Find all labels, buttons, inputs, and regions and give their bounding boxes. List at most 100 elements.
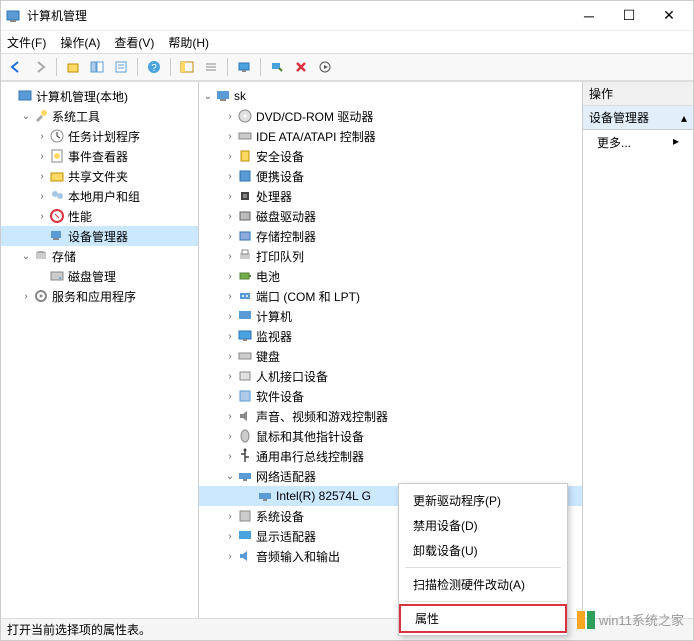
twist-icon[interactable]: › <box>223 331 237 342</box>
tree-item[interactable]: ⌄sk <box>199 86 582 106</box>
twist-icon[interactable]: ⌄ <box>223 471 237 482</box>
menu-file[interactable]: 文件(F) <box>7 34 46 51</box>
tree-item[interactable]: ›IDE ATA/ATAPI 控制器 <box>199 126 582 146</box>
tree-label: 磁盘驱动器 <box>256 208 578 225</box>
actions-section[interactable]: 设备管理器 ▴ <box>583 106 693 130</box>
tree-label: 处理器 <box>256 188 578 205</box>
tree-item[interactable]: › DVD/CD-ROM 驱动器 <box>199 106 582 126</box>
context-menu: 更新驱动程序(P) 禁用设备(D) 卸载设备(U) 扫描检测硬件改动(A) 属性 <box>398 483 568 636</box>
twist-icon[interactable]: › <box>35 211 49 222</box>
twist-icon[interactable]: › <box>223 151 237 162</box>
tree-item[interactable]: 设备管理器 <box>1 226 198 246</box>
ctx-properties[interactable]: 属性 <box>399 604 567 633</box>
scan-button[interactable] <box>266 56 288 78</box>
list-button[interactable] <box>200 56 222 78</box>
tree-item[interactable]: ›监视器 <box>199 326 582 346</box>
help-button[interactable]: ? <box>143 56 165 78</box>
menu-help[interactable]: 帮助(H) <box>168 34 209 51</box>
twist-icon[interactable]: › <box>223 131 237 142</box>
tree-item[interactable]: ›存储控制器 <box>199 226 582 246</box>
twist-icon[interactable]: › <box>223 291 237 302</box>
tree-item[interactable]: › 性能 <box>1 206 198 226</box>
twist-icon[interactable]: ⌄ <box>19 111 33 122</box>
pane-button[interactable] <box>176 56 198 78</box>
twist-icon[interactable]: › <box>223 171 237 182</box>
tree-item[interactable]: ›软件设备 <box>199 386 582 406</box>
monitor-button[interactable] <box>233 56 255 78</box>
twist-icon[interactable]: › <box>223 431 237 442</box>
twist-icon[interactable]: › <box>223 531 237 542</box>
twist-icon[interactable]: ⌄ <box>201 91 215 102</box>
tree-item[interactable]: ›事件查看器 <box>1 146 198 166</box>
tree-item[interactable]: ›键盘 <box>199 346 582 366</box>
tree-item[interactable]: ⌄系统工具 <box>1 106 198 126</box>
twist-icon[interactable]: › <box>223 271 237 282</box>
tree-item[interactable]: › 人机接口设备 <box>199 366 582 386</box>
menu-action[interactable]: 操作(A) <box>60 34 100 51</box>
twist-icon[interactable]: › <box>223 191 237 202</box>
tree-item[interactable]: ›通用串行总线控制器 <box>199 446 582 466</box>
forward-button[interactable] <box>29 56 51 78</box>
maximize-button[interactable]: ☐ <box>609 1 649 31</box>
collapse-icon: ▴ <box>681 111 687 125</box>
twist-icon[interactable]: › <box>223 451 237 462</box>
tree-item[interactable]: ›打印队列 <box>199 246 582 266</box>
tree-item[interactable]: ›鼠标和其他指针设备 <box>199 426 582 446</box>
twist-icon[interactable]: › <box>223 511 237 522</box>
tree-item[interactable]: ›端口 (COM 和 LPT) <box>199 286 582 306</box>
audio-icon <box>237 548 253 564</box>
ctx-disable-device[interactable]: 禁用设备(D) <box>399 513 567 538</box>
enable-button[interactable] <box>314 56 336 78</box>
twist-icon[interactable]: › <box>223 211 237 222</box>
ctx-scan-hardware[interactable]: 扫描检测硬件改动(A) <box>399 572 567 597</box>
tree-item[interactable]: 磁盘管理 <box>1 266 198 286</box>
properties-button[interactable] <box>110 56 132 78</box>
twist-icon[interactable]: › <box>223 111 237 122</box>
up-button[interactable] <box>62 56 84 78</box>
twist-icon[interactable]: › <box>223 251 237 262</box>
usb-icon <box>237 448 253 464</box>
tree-item[interactable]: ›计算机 <box>199 306 582 326</box>
tree-item[interactable]: › 处理器 <box>199 186 582 206</box>
back-button[interactable] <box>5 56 27 78</box>
show-hide-button[interactable] <box>86 56 108 78</box>
ctx-update-driver[interactable]: 更新驱动程序(P) <box>399 488 567 513</box>
close-button[interactable]: ✕ <box>649 1 689 31</box>
twist-icon[interactable]: › <box>223 551 237 562</box>
tree-item[interactable]: ›安全设备 <box>199 146 582 166</box>
tree-item[interactable]: ›服务和应用程序 <box>1 286 198 306</box>
twist-icon[interactable]: › <box>223 351 237 362</box>
tree-item[interactable]: ›电池 <box>199 266 582 286</box>
tree-item[interactable]: ›任务计划程序 <box>1 126 198 146</box>
twist-icon[interactable]: › <box>35 171 49 182</box>
twist-icon[interactable]: › <box>19 291 33 302</box>
twist-icon[interactable]: › <box>223 311 237 322</box>
left-tree[interactable]: 计算机管理(本地)⌄系统工具›任务计划程序›事件查看器›共享文件夹›本地用户和组… <box>1 82 199 618</box>
tree-item[interactable]: › 磁盘驱动器 <box>199 206 582 226</box>
watermark-icon <box>577 611 595 629</box>
twist-icon[interactable]: › <box>223 371 237 382</box>
tree-item[interactable]: ›共享文件夹 <box>1 166 198 186</box>
actions-more[interactable]: 更多... ▸ <box>583 130 693 155</box>
tree-label: 性能 <box>68 208 194 225</box>
twist-icon[interactable]: › <box>223 391 237 402</box>
tree-item[interactable]: ›便携设备 <box>199 166 582 186</box>
tree-label: DVD/CD-ROM 驱动器 <box>256 108 578 125</box>
tree-item[interactable]: ›本地用户和组 <box>1 186 198 206</box>
remove-button[interactable] <box>290 56 312 78</box>
minimize-button[interactable]: ─ <box>569 1 609 31</box>
tree-label: 人机接口设备 <box>256 368 578 385</box>
twist-icon[interactable]: › <box>223 411 237 422</box>
tree-item[interactable]: 计算机管理(本地) <box>1 86 198 106</box>
twist-icon[interactable]: ⌄ <box>19 251 33 262</box>
tree-item[interactable]: ›声音、视频和游戏控制器 <box>199 406 582 426</box>
twist-icon[interactable]: › <box>35 151 49 162</box>
twist-icon[interactable]: › <box>35 131 49 142</box>
print-icon <box>237 248 253 264</box>
ctx-uninstall-device[interactable]: 卸载设备(U) <box>399 538 567 563</box>
twist-icon[interactable]: › <box>223 231 237 242</box>
menu-view[interactable]: 查看(V) <box>114 34 154 51</box>
twist-icon[interactable]: › <box>35 191 49 202</box>
tree-item[interactable]: ⌄存储 <box>1 246 198 266</box>
tree-label: 网络适配器 <box>256 468 578 485</box>
